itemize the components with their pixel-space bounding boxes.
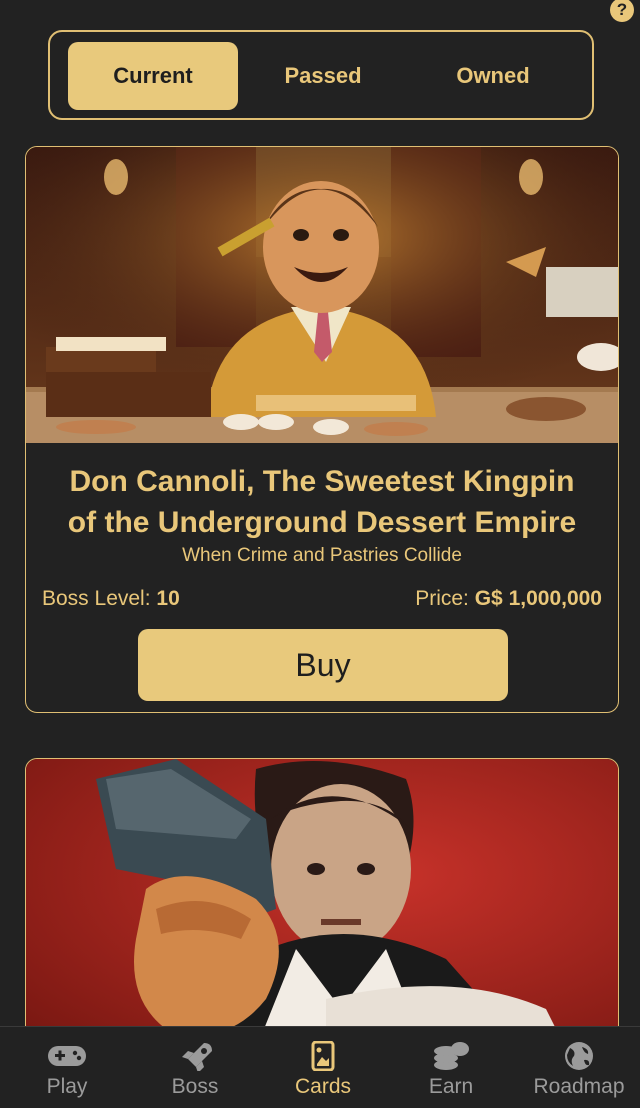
nav-boss[interactable]: Boss	[131, 1041, 259, 1107]
price-value: G$ 1,000,000	[474, 587, 602, 610]
boss-card-next-image	[26, 759, 618, 1047]
nav-cards-label: Cards	[294, 1075, 352, 1098]
boss-level-label: Boss Level:	[42, 587, 151, 610]
card-title: Don Cannoli, The Sweetest Kingpin of the…	[26, 461, 618, 543]
cards-icon	[311, 1041, 335, 1071]
boss-card: Don Cannoli, The Sweetest Kingpin of the…	[25, 146, 619, 713]
boss-card-image	[26, 147, 618, 443]
boss-card-next[interactable]	[25, 758, 619, 1048]
tab-passed[interactable]: Passed	[238, 42, 408, 110]
price-label: Price:	[415, 587, 469, 610]
tab-current[interactable]: Current	[68, 42, 238, 110]
nav-roadmap[interactable]: Roadmap	[515, 1041, 640, 1107]
nav-play-label: Play	[46, 1075, 88, 1098]
globe-icon	[565, 1042, 593, 1070]
nav-roadmap-label: Roadmap	[533, 1075, 625, 1098]
card-title-line1: Don Cannoli, The Sweetest Kingpin	[69, 465, 575, 498]
nav-earn-label: Earn	[428, 1075, 474, 1098]
help-icon[interactable]: ?	[610, 0, 634, 22]
boss-level: Boss Level: 10	[42, 587, 180, 611]
tab-owned[interactable]: Owned	[408, 42, 578, 110]
rocket-icon	[182, 1043, 212, 1071]
nav-boss-label: Boss	[171, 1075, 219, 1098]
buy-button[interactable]: Buy	[138, 629, 508, 701]
gamepad-icon	[48, 1046, 86, 1066]
card-title-line2: of the Underground Dessert Empire	[67, 506, 577, 539]
boss-level-value: 10	[156, 587, 180, 610]
nav-earn[interactable]: Earn	[387, 1041, 515, 1107]
nav-play[interactable]: Play	[3, 1041, 131, 1107]
price: Price: G$ 1,000,000	[415, 587, 602, 611]
nav-cards[interactable]: Cards	[259, 1041, 387, 1107]
bottom-nav: Play Boss Cards Earn Roadmap	[0, 1026, 640, 1108]
tab-bar: Current Passed Owned	[48, 30, 594, 120]
card-subtitle: When Crime and Pastries Collide	[182, 545, 462, 566]
coins-icon	[434, 1042, 469, 1070]
